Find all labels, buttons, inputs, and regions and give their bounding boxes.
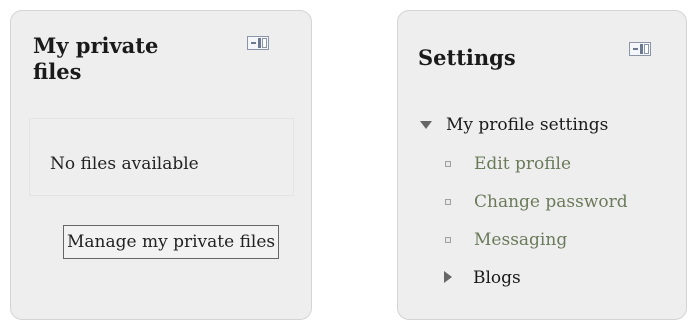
manage-private-files-button[interactable]: Manage my private files [63, 225, 280, 259]
files-list-panel: No files available [29, 118, 294, 196]
bullet-icon [445, 199, 451, 205]
private-files-title: My private files [33, 33, 159, 84]
dock-block-icon[interactable] [247, 36, 269, 50]
bullet-icon [445, 161, 451, 167]
triangle-right-icon [444, 271, 452, 283]
edit-profile-link[interactable]: Edit profile [474, 153, 571, 175]
no-files-message: No files available [50, 154, 199, 174]
settings-block: Settings My profile settings Edit profil… [397, 10, 687, 320]
tree-item-label: Blogs [473, 268, 521, 288]
settings-title: Settings [418, 45, 516, 70]
tree-item-label: My profile settings [446, 115, 609, 135]
messaging-link[interactable]: Messaging [474, 229, 567, 251]
private-files-block: My private files No files available Mana… [10, 10, 312, 320]
bullet-icon [445, 237, 451, 243]
triangle-down-icon [420, 121, 432, 129]
change-password-link[interactable]: Change password [474, 191, 628, 213]
dock-block-icon[interactable] [629, 42, 651, 56]
